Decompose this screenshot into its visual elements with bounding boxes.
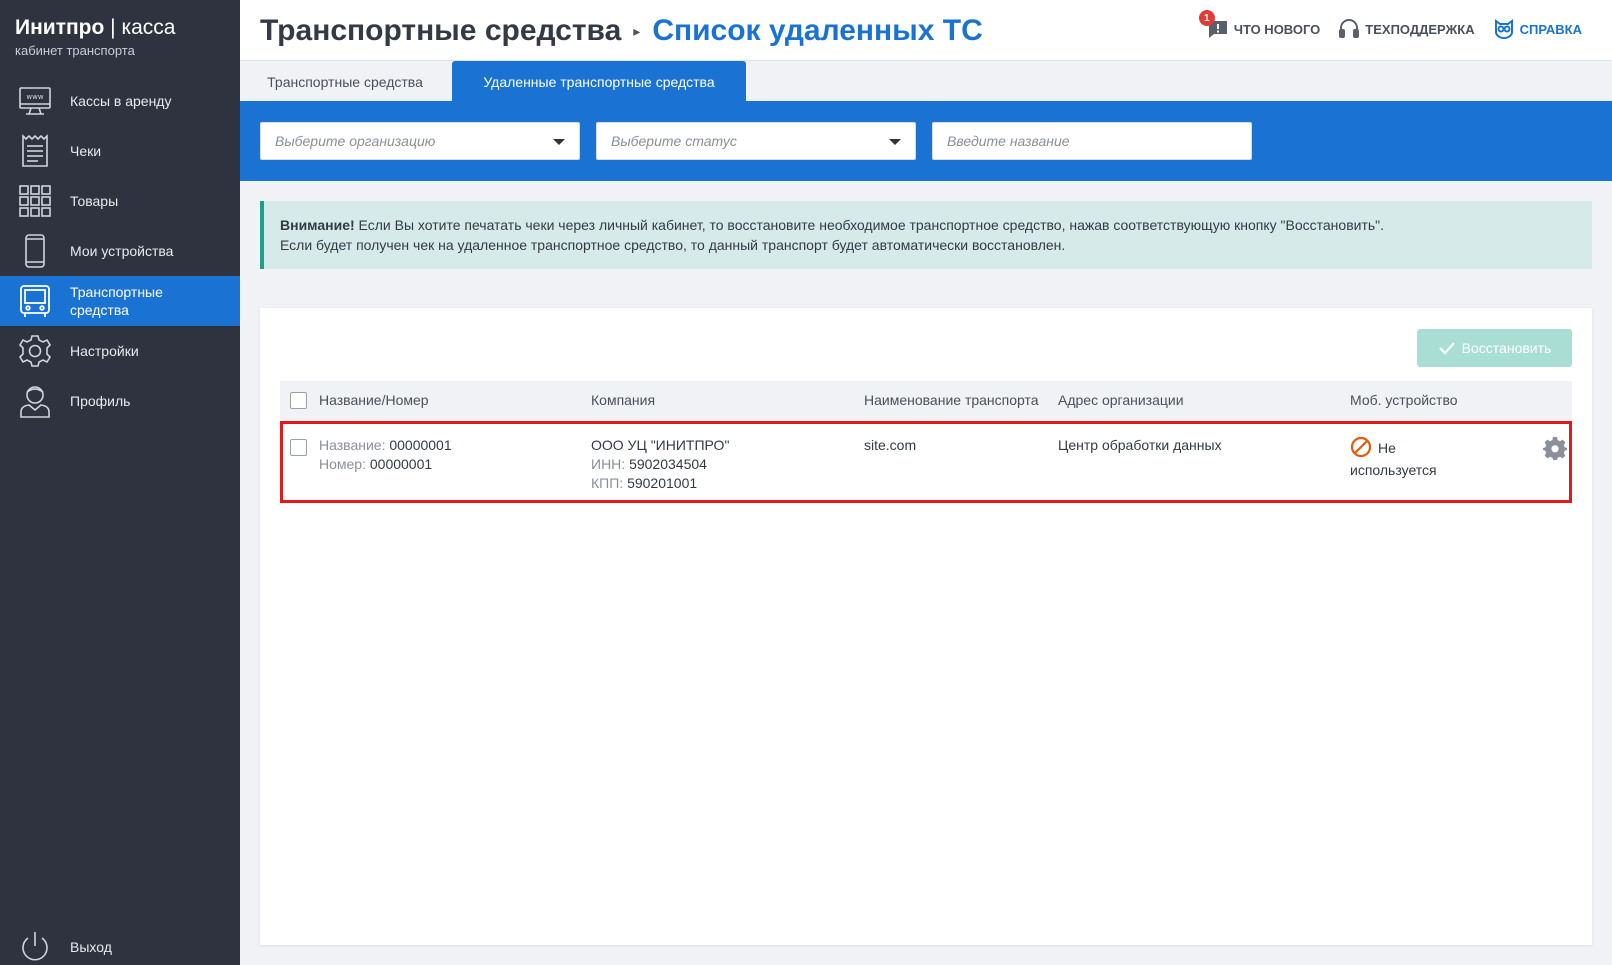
support-label: ТЕХПОДДЕРЖКА	[1365, 21, 1475, 37]
notification-badge: 1	[1198, 10, 1215, 26]
organization-select[interactable]: Выберите организацию	[260, 122, 580, 160]
filter-bar: Выберите организацию Выберите статус Вве…	[240, 101, 1612, 181]
breadcrumb-separator-icon: ▸	[633, 22, 641, 39]
sidebar-item-label: Профиль	[70, 393, 131, 409]
brand-name-light: касса	[121, 16, 176, 39]
company-cell: ООО УЦ "ИНИТПРО" ИНН: 5902034504 КПП: 59…	[591, 436, 729, 493]
header: Транспортные средства ▸ Список удаленных…	[240, 0, 1612, 60]
alert-line-2: Если будет получен чек на удаленное тран…	[280, 237, 1066, 253]
column-header-transport-name: Наименование транспорта	[864, 392, 1039, 408]
table-header: Название/Номер Компания Наименование тра…	[280, 381, 1572, 421]
row-checkbox[interactable]	[290, 439, 307, 456]
sidebar-item-logout[interactable]: Выход	[0, 922, 240, 965]
page-title: Список удаленных ТС	[652, 14, 983, 47]
organization-select-placeholder: Выберите организацию	[275, 133, 436, 149]
headset-icon	[1339, 19, 1360, 38]
name-search-placeholder: Введите название	[947, 133, 1070, 149]
device-status-cell: Не используется	[1350, 436, 1437, 481]
phone-icon	[17, 233, 53, 269]
top-links: 1 ЧТО НОВОГО ТЕХПОДДЕРЖКА СПРАВКА	[1189, 10, 1582, 40]
power-icon	[17, 929, 53, 965]
help-link[interactable]: СПРАВКА	[1493, 18, 1582, 40]
column-header-address: Адрес организации	[1058, 392, 1184, 408]
sidebar-item-label: Товары	[70, 193, 119, 209]
number-value: 00000001	[369, 456, 433, 472]
select-all-checkbox[interactable]	[290, 392, 307, 409]
device-status-line-1: Не	[1378, 440, 1396, 456]
svg-text:www: www	[26, 93, 43, 101]
sidebar-item-label: Мои устройства	[70, 243, 174, 259]
support-link[interactable]: ТЕХПОДДЕРЖКА	[1338, 18, 1475, 40]
sidebar-item-label: Кассы в аренду	[70, 93, 172, 109]
whats-new-link[interactable]: 1 ЧТО НОВОГО	[1198, 10, 1321, 40]
name-number-cell: Название: 00000001 Номер: 00000001	[319, 436, 452, 474]
sidebar-item-settings[interactable]: Настройки	[0, 326, 240, 376]
name-value: 00000001	[389, 437, 452, 453]
alert-line-1: Внимание! Если Вы хотите печатать чеки ч…	[280, 215, 1576, 235]
tabs-bar: Транспортные средства Удаленные транспор…	[240, 60, 1612, 102]
column-header-company: Компания	[591, 392, 656, 408]
whats-new-label: ЧТО НОВОГО	[1233, 21, 1321, 37]
warning-alert: Внимание! Если Вы хотите печатать чеки ч…	[260, 201, 1592, 269]
status-select[interactable]: Выберите статус	[596, 122, 916, 160]
caret-down-icon	[889, 139, 901, 145]
column-header-device: Моб. устройство	[1350, 392, 1458, 408]
bus-icon	[17, 283, 53, 319]
sidebar-item-label: Транспортные средства	[70, 284, 163, 318]
sidebar-item-profile[interactable]: Профиль	[0, 376, 240, 426]
breadcrumb: Транспортные средства ▸ Список удаленных…	[260, 14, 983, 48]
column-header-name: Название/Номер	[319, 392, 429, 408]
inn-label: ИНН:	[591, 456, 626, 472]
check-icon	[1438, 342, 1455, 355]
user-icon	[17, 383, 53, 419]
transport-name-cell: site.com	[864, 437, 917, 453]
content-panel: Восстановить Название/Номер Компания Наи…	[260, 308, 1592, 945]
company-name: ООО УЦ "ИНИТПРО"	[591, 437, 730, 453]
name-label: Название:	[319, 437, 386, 453]
grid-icon	[17, 183, 53, 219]
tab-vehicles[interactable]: Транспортные средства	[260, 61, 430, 102]
sidebar-item-devices[interactable]: Мои устройства	[0, 226, 240, 276]
kpp-label: КПП:	[591, 475, 624, 491]
help-label: СПРАВКА	[1519, 21, 1582, 37]
breadcrumb-root[interactable]: Транспортные средства	[260, 14, 621, 48]
sidebar: Инитпро | касса кабинет транспорта www К…	[0, 0, 240, 965]
row-settings-gear-icon[interactable]	[1543, 436, 1567, 460]
alert-text-1: Если Вы хотите печатать чеки через личны…	[354, 217, 1385, 233]
brand-title: Инитпро | касса	[15, 16, 175, 40]
logout-label: Выход	[70, 939, 112, 955]
brand: Инитпро | касса кабинет транспорта	[15, 16, 175, 58]
status-select-placeholder: Выберите статус	[611, 133, 737, 149]
alert-strong: Внимание!	[280, 217, 355, 233]
inn-value: 5902034504	[629, 456, 707, 472]
sidebar-item-label: Настройки	[70, 343, 139, 359]
address-cell: Центр обработки данных	[1058, 437, 1222, 453]
receipt-icon	[17, 133, 53, 169]
sidebar-item-goods[interactable]: Товары	[0, 176, 240, 226]
device-status-line-2: используется	[1350, 462, 1437, 478]
number-label: Номер:	[319, 456, 366, 472]
brand-name-bold: Инитпро	[15, 16, 105, 39]
brand-separator: |	[104, 16, 122, 39]
table-row[interactable]: Название: 00000001 Номер: 00000001 ООО У…	[280, 421, 1572, 503]
name-search-input[interactable]: Введите название	[932, 122, 1252, 160]
gear-icon	[17, 333, 53, 369]
restore-button[interactable]: Восстановить	[1417, 329, 1572, 367]
sidebar-item-rent[interactable]: www Кассы в аренду	[0, 76, 240, 126]
www-monitor-icon: www	[17, 83, 53, 119]
restore-button-label: Восстановить	[1461, 340, 1552, 356]
caret-down-icon	[553, 139, 565, 145]
sidebar-item-label: Чеки	[70, 143, 102, 159]
tab-deleted-vehicles[interactable]: Удаленные транспортные средства	[452, 61, 746, 102]
sidebar-item-receipts[interactable]: Чеки	[0, 126, 240, 176]
kpp-value: 590201001	[627, 475, 698, 491]
brand-subtitle: кабинет транспорта	[15, 43, 135, 58]
owl-icon	[1494, 19, 1513, 39]
sidebar-item-vehicles[interactable]: Транспортные средства	[0, 276, 240, 326]
